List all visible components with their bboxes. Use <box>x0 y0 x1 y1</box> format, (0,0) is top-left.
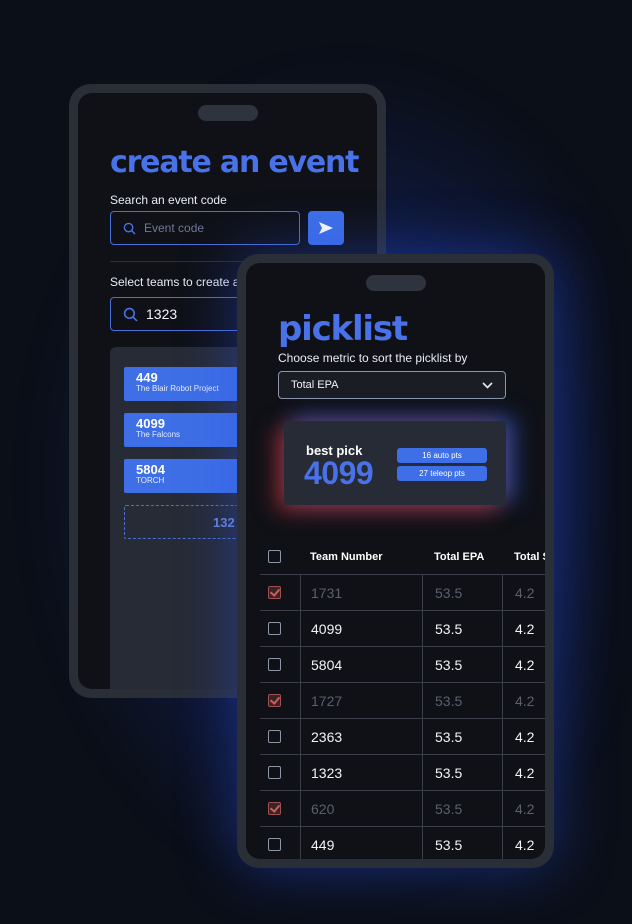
page-title: picklist <box>278 309 408 349</box>
send-icon <box>319 222 333 234</box>
best-pick-card: best pick 4099 16 auto pts 27 teleop pts <box>284 421 506 505</box>
total-epa-cell: 53.5 <box>422 791 502 826</box>
phone-notch <box>365 275 426 291</box>
row-checkbox[interactable] <box>268 658 281 671</box>
column-header[interactable]: Team Number <box>300 539 422 574</box>
total-s-cell: 4.2 <box>502 755 545 790</box>
total-epa-cell: 53.5 <box>422 647 502 682</box>
total-s-cell: 4.2 <box>502 791 545 826</box>
team-search-value: 1323 <box>146 306 178 322</box>
table-row[interactable]: 1323 53.5 4.2 <box>260 755 545 791</box>
team-number-cell: 449 <box>300 827 422 859</box>
total-epa-cell: 53.5 <box>422 611 502 646</box>
total-epa-cell: 53.5 <box>422 683 502 718</box>
team-number-cell: 1727 <box>300 683 422 718</box>
event-search-label: Search an event code <box>110 193 227 207</box>
search-icon <box>123 307 138 321</box>
total-s-cell: 4.2 <box>502 647 545 682</box>
team-select-label: Select teams to create a <box>110 275 240 289</box>
row-checkbox[interactable] <box>268 586 281 599</box>
table-row[interactable]: 2363 53.5 4.2 <box>260 719 545 755</box>
event-code-placeholder: Event code <box>144 221 205 235</box>
column-header[interactable]: Total S <box>502 539 545 574</box>
total-epa-cell: 53.5 <box>422 827 502 859</box>
row-checkbox[interactable] <box>268 802 281 815</box>
metric-select[interactable]: Total EPA <box>278 371 506 399</box>
table-row[interactable]: 449 53.5 4.2 <box>260 827 545 859</box>
total-s-cell: 4.2 <box>502 827 545 859</box>
event-code-input[interactable]: Event code <box>110 211 300 245</box>
phone-notch <box>197 105 258 121</box>
teleop-points-badge: 27 teleop pts <box>397 466 487 481</box>
picklist-screen: picklist Choose metric to sort the pickl… <box>246 263 545 859</box>
table-row[interactable]: 4099 53.5 4.2 <box>260 611 545 647</box>
chevron-down-icon <box>482 381 493 389</box>
submit-event-button[interactable] <box>308 211 344 245</box>
metric-selected: Total EPA <box>291 379 339 391</box>
total-epa-cell: 53.5 <box>422 575 502 610</box>
column-header[interactable]: Total EPA <box>422 539 502 574</box>
table-row[interactable]: 5804 53.5 4.2 <box>260 647 545 683</box>
total-epa-cell: 53.5 <box>422 719 502 754</box>
search-icon <box>123 222 136 235</box>
row-checkbox[interactable] <box>268 622 281 635</box>
team-number-cell: 4099 <box>300 611 422 646</box>
add-team-number: 132 <box>213 515 235 530</box>
select-all-cell <box>268 539 296 574</box>
total-s-cell: 4.2 <box>502 575 545 610</box>
total-s-cell: 4.2 <box>502 683 545 718</box>
row-checkbox[interactable] <box>268 694 281 707</box>
team-number-cell: 1731 <box>300 575 422 610</box>
metric-label: Choose metric to sort the picklist by <box>278 351 468 365</box>
total-epa-cell: 53.5 <box>422 755 502 790</box>
auto-points-badge: 16 auto pts <box>397 448 487 463</box>
page-title: create an event <box>110 145 359 180</box>
select-all-checkbox[interactable] <box>268 550 281 563</box>
team-number-cell: 1323 <box>300 755 422 790</box>
team-number-cell: 2363 <box>300 719 422 754</box>
row-checkbox[interactable] <box>268 838 281 851</box>
table-row[interactable]: 1727 53.5 4.2 <box>260 683 545 719</box>
phone-picklist: picklist Choose metric to sort the pickl… <box>237 254 554 868</box>
total-s-cell: 4.2 <box>502 719 545 754</box>
total-s-cell: 4.2 <box>502 611 545 646</box>
team-number-cell: 620 <box>300 791 422 826</box>
team-number-cell: 5804 <box>300 647 422 682</box>
row-checkbox[interactable] <box>268 766 281 779</box>
table-row[interactable]: 1731 53.5 4.2 <box>260 575 545 611</box>
table-row[interactable]: 620 53.5 4.2 <box>260 791 545 827</box>
row-checkbox[interactable] <box>268 730 281 743</box>
best-pick-team: 4099 <box>304 455 374 491</box>
table-header: Team Number Total EPA Total S <box>260 539 545 575</box>
